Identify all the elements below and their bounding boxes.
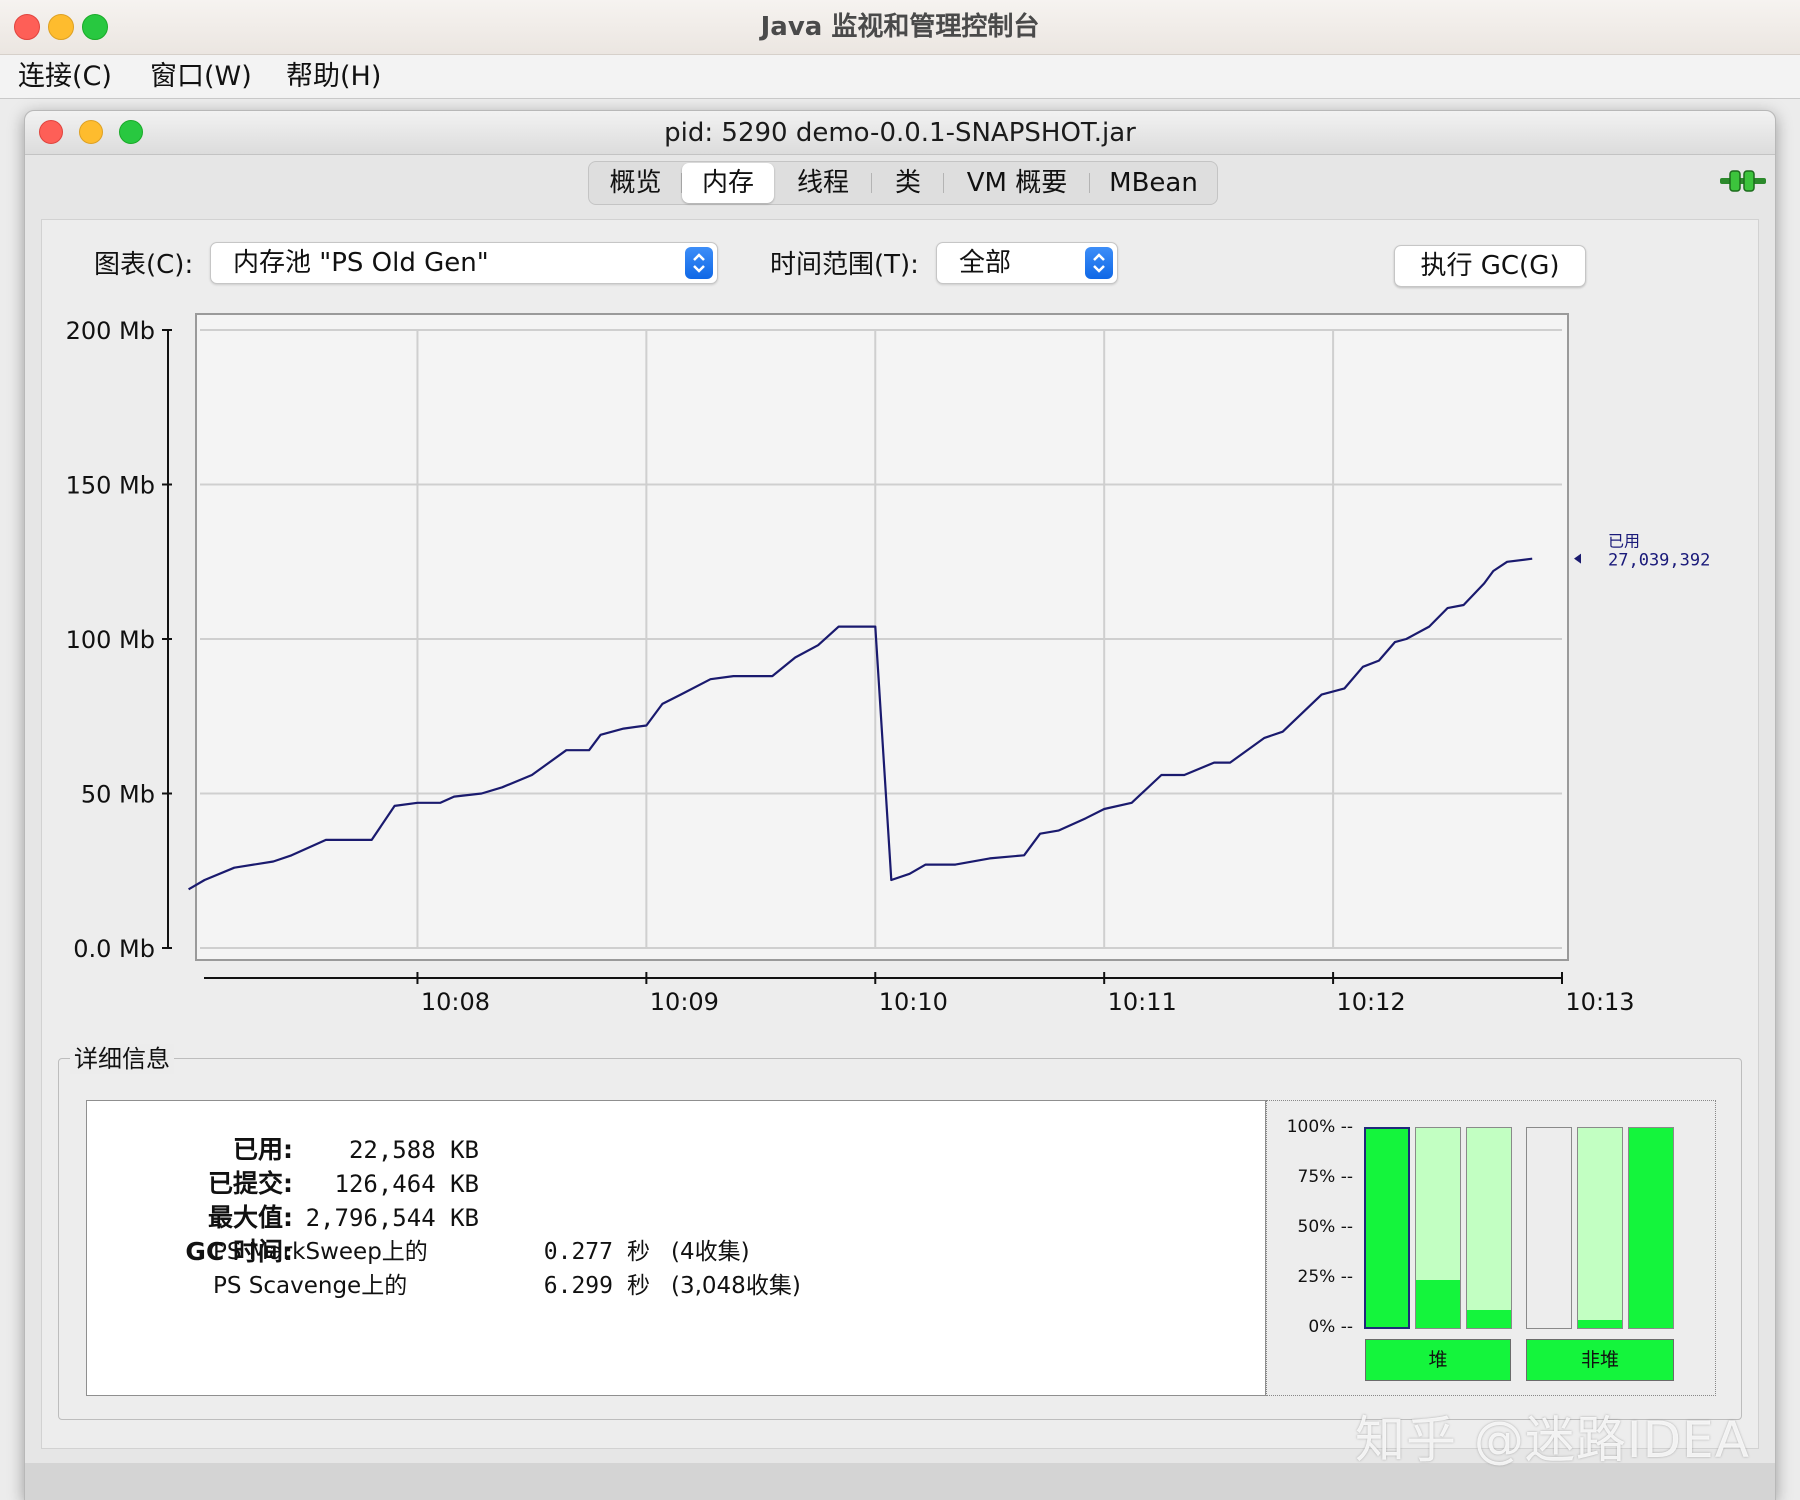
committed-label: 已提交:	[208, 1169, 293, 1198]
memory-chart: 200 Mb 150 Mb 100 Mb 50 Mb 0.0 Mb 10:08 10:09 1…	[66, 313, 1710, 1016]
plot-area	[195, 313, 1569, 961]
gc-scavenge-time: 6.299	[543, 1273, 613, 1299]
watermark: 知乎 @迷路IDEA	[1355, 1411, 1750, 1469]
gc-scavenge-name: PS Scavenge上的	[213, 1273, 408, 1299]
gc-marksweep-unit: 秒	[627, 1239, 650, 1265]
nonheap-pool-bar-2[interactable]	[1577, 1127, 1623, 1329]
y-tick-label: 0.0 Mb	[73, 935, 155, 963]
x-tick-label: 10:13	[1565, 988, 1634, 1016]
details-panel: 已用: 22,588 KB 已提交: 126,464 KB 最大值: 2,796…	[86, 1100, 1266, 1396]
gc-marksweep-time: 0.277	[543, 1239, 613, 1265]
y-tick-label: 100 Mb	[66, 626, 155, 654]
pct-100-label: 100% --	[1286, 1117, 1353, 1137]
nonheap-button[interactable]: 非堆	[1526, 1339, 1674, 1381]
x-tick-label: 10:08	[421, 988, 490, 1016]
memory-pools-panel: 100% -- 75% -- 50% -- 25% -- 0% -- 堆 非堆	[1266, 1100, 1716, 1396]
heap-button[interactable]: 堆	[1365, 1339, 1511, 1381]
pool-fill	[1578, 1320, 1622, 1328]
gc-marksweep-name: PS MarkSweep上的	[213, 1239, 428, 1265]
pool-fill	[1416, 1280, 1460, 1328]
gc-scavenge-count: (3,048收集)	[671, 1273, 801, 1299]
max-value: 2,796,544 KB	[305, 1204, 479, 1232]
x-tick-label: 10:09	[650, 988, 719, 1016]
heap-pool-bar-eden[interactable]	[1364, 1127, 1410, 1329]
committed-value: 126,464 KB	[334, 1170, 480, 1198]
pct-50-label: 50% --	[1297, 1217, 1353, 1237]
pct-25-label: 25% --	[1297, 1267, 1353, 1287]
x-tick-label: 10:12	[1337, 988, 1406, 1016]
pool-fill	[1366, 1129, 1408, 1327]
gc-scavenge-unit: 秒	[627, 1273, 650, 1299]
pool-fill	[1467, 1310, 1511, 1328]
pct-0-label: 0% --	[1308, 1317, 1353, 1337]
app-window: Java 监视和管理控制台 连接(C) 窗口(W) 帮助(H) pid: 529…	[0, 0, 1800, 1500]
used-label: 已用:	[233, 1135, 293, 1164]
x-tick-label: 10:11	[1108, 988, 1177, 1016]
used-annotation-label: 已用	[1608, 532, 1640, 551]
gc-marksweep-count: (4收集)	[671, 1239, 750, 1265]
x-tick-label: 10:10	[879, 988, 948, 1016]
heap-pool-bar-survivor[interactable]	[1415, 1127, 1461, 1329]
nonheap-pool-bar-3[interactable]	[1628, 1127, 1674, 1329]
used-marker-icon	[1574, 553, 1581, 564]
nonheap-pool-bar-1[interactable]	[1526, 1127, 1572, 1329]
details-legend: 详细信息	[70, 1044, 174, 1074]
max-label: 最大值:	[208, 1203, 293, 1232]
y-tick-label: 150 Mb	[66, 472, 155, 500]
used-value: 22,588 KB	[348, 1136, 479, 1164]
y-tick-label: 50 Mb	[81, 781, 155, 809]
y-tick-label: 200 Mb	[66, 317, 155, 345]
heap-pool-bar-old[interactable]	[1466, 1127, 1512, 1329]
pool-fill	[1629, 1128, 1673, 1328]
pct-75-label: 75% --	[1297, 1167, 1353, 1187]
used-annotation-value: 27,039,392	[1608, 551, 1710, 571]
